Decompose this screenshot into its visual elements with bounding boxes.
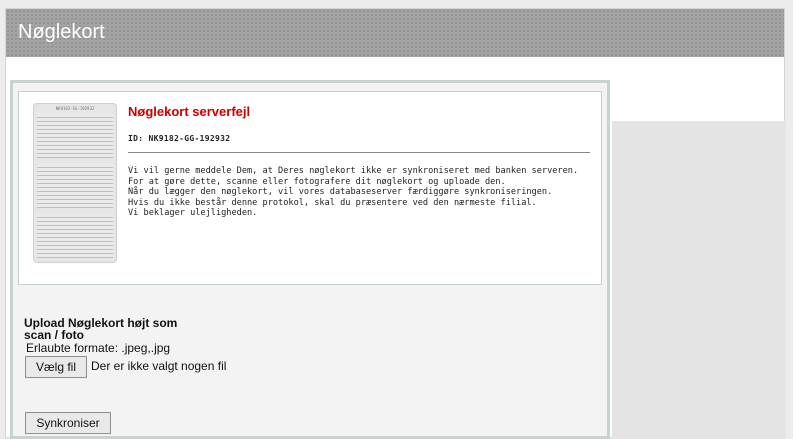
error-title: Nøglekort serverfejl xyxy=(128,104,251,119)
keycard-id: ID: NK9182-GG-192932 xyxy=(128,134,231,143)
error-message: Vi vil gerne meddele Dem, at Deres nøgle… xyxy=(128,166,594,219)
upload-label: Upload Nøglekort højt som scan / foto xyxy=(24,316,178,342)
file-status: Der er ikke valgt nogen fil xyxy=(91,359,227,373)
message-line: For at gøre dette, scanne eller fotograf… xyxy=(128,176,506,187)
message-line: Vi beklager ulejligheden. xyxy=(128,208,258,218)
message-line: Når du lægger den nøglekort, vil vores d… xyxy=(128,187,553,197)
message-line: Hvis du ikke består denne protokol, skal… xyxy=(128,197,537,208)
divider xyxy=(128,152,590,153)
side-area xyxy=(612,121,786,439)
keycard-grid-top xyxy=(37,114,113,158)
error-card: NK9182-GG-192932 Nøglekort serverfejl ID… xyxy=(18,91,602,285)
message-line: Vi vil gerne meddele Dem, at Deres nøgle… xyxy=(128,166,579,176)
keycard-grid-bottom xyxy=(37,214,113,258)
sync-button[interactable]: Synkroniser xyxy=(25,412,111,434)
title-bar: Nøglekort xyxy=(6,9,784,57)
keycard-image-id: NK9182-GG-192932 xyxy=(55,106,95,111)
sync-panel: NK9182-GG-192932 Nøglekort serverfejl ID… xyxy=(10,80,610,439)
page-title: Nøglekort xyxy=(18,21,105,43)
choose-file-button[interactable]: Vælg fil xyxy=(25,356,87,378)
keycard-grid-middle xyxy=(37,164,113,208)
allowed-formats: Erlaubte formate: .jpeg,.jpg xyxy=(26,341,171,355)
main-window: Nøglekort NK9182-GG-192932 Nøglekort ser… xyxy=(5,8,786,439)
keycard-image: NK9182-GG-192932 xyxy=(33,103,117,263)
